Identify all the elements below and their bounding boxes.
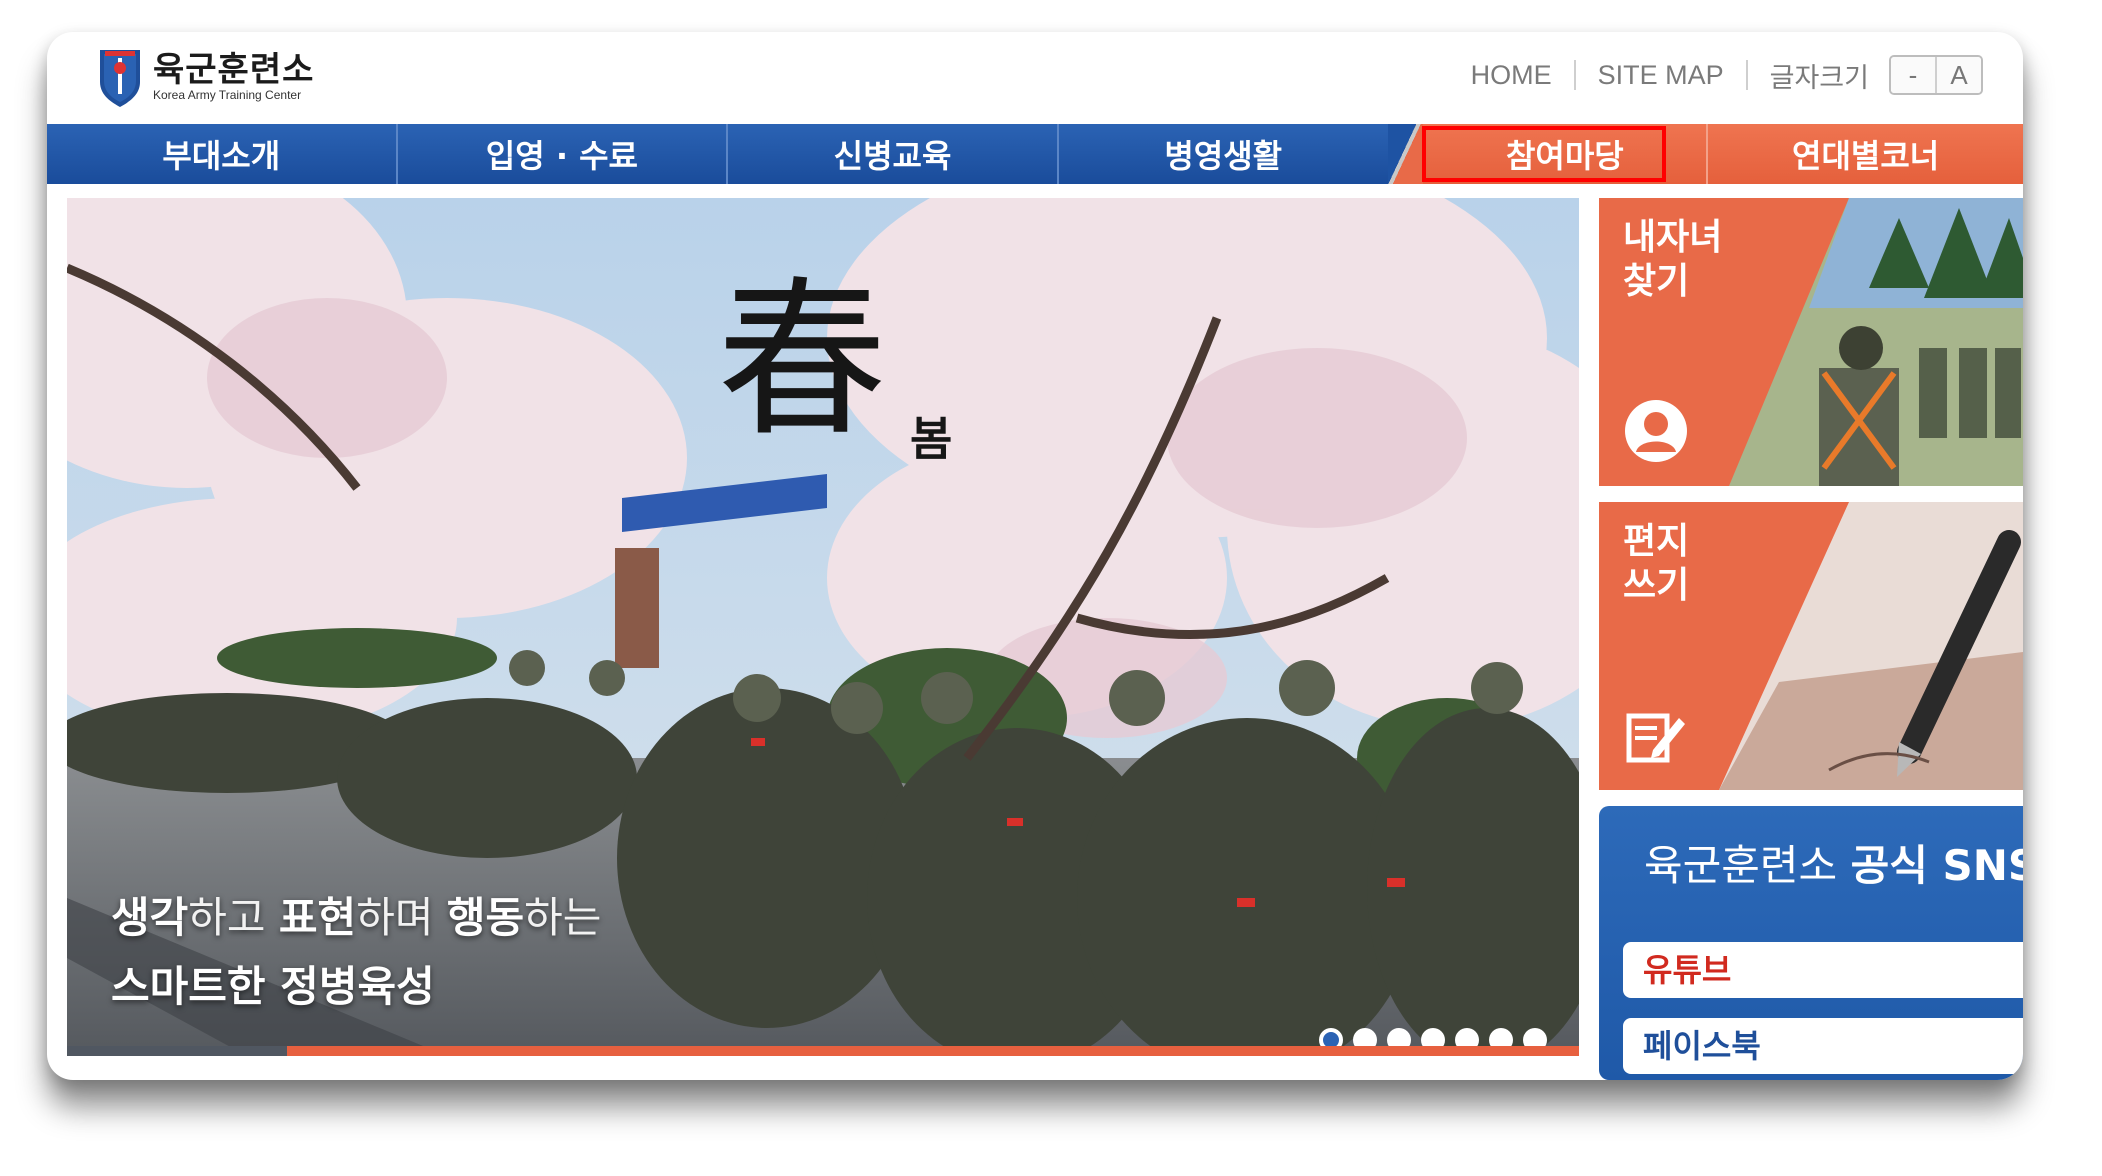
sns-title-text: 육군훈련소 bbox=[1644, 841, 1851, 890]
browser-frame: 육군훈련소 Korea Army Training Center HOME SI… bbox=[47, 32, 2023, 1080]
slogan-line-2: 스마트한 정병육성 bbox=[111, 962, 435, 1011]
logo-korean-text: 육군훈련소 bbox=[153, 50, 315, 90]
sns-title-bold: 공식 SNS bbox=[1850, 841, 2023, 890]
youtube-link[interactable]: 유튜브 bbox=[1623, 942, 2023, 998]
font-size-decrease-button[interactable]: - bbox=[1891, 57, 1935, 93]
slogan-line-1: 생각하고 표현하며 행동하는 bbox=[111, 884, 601, 952]
calligraphy-spring: 春 bbox=[717, 262, 888, 460]
logo-english-text: Korea Army Training Center bbox=[153, 88, 302, 102]
hero-banner[interactable]: 春 봄 생각하고 표현하며 행동하는 스마트한 정병육성 bbox=[67, 198, 1579, 1056]
nav-item-unit-intro[interactable]: 부대소개 bbox=[47, 124, 396, 184]
card-title-line: 편지 bbox=[1623, 521, 1690, 562]
army-emblem-icon bbox=[100, 50, 140, 107]
slogan-word: 하고 bbox=[188, 893, 279, 942]
person-icon bbox=[1625, 400, 1687, 462]
nav-item-regiment-corner[interactable]: 연대별코너 bbox=[1706, 124, 2023, 184]
facebook-link[interactable]: 페이스북 bbox=[1623, 1018, 2023, 1074]
slogan-word: 하며 bbox=[356, 893, 447, 942]
edit-pencil-icon bbox=[1626, 713, 1685, 763]
font-size-label: 글자크기 bbox=[1769, 62, 1869, 93]
utility-nav: HOME SITE MAP 글자크기 - A bbox=[1471, 52, 1983, 98]
write-letter-card[interactable]: 편지 쓰기 bbox=[1599, 502, 2023, 790]
divider bbox=[1745, 60, 1748, 90]
card-title-line: 내자녀 bbox=[1623, 217, 1723, 258]
find-my-child-title: 내자녀 찾기 bbox=[1623, 216, 1722, 304]
divider bbox=[1573, 60, 1576, 90]
find-my-child-card[interactable]: 내자녀 찾기 bbox=[1599, 198, 2023, 486]
font-size-increase-button[interactable]: A bbox=[1935, 57, 1981, 93]
card-title-line: 찾기 bbox=[1623, 261, 1690, 302]
main-nav: 부대소개 입영 · 수료 신병교육 병영생활 참여마당 연대별코너 bbox=[47, 124, 2023, 184]
font-size-controls: - A bbox=[1889, 55, 1983, 95]
nav-divider bbox=[1387, 124, 1424, 184]
nav-item-recruit-training[interactable]: 신병교육 bbox=[726, 124, 1057, 184]
slogan-word: 생각 bbox=[111, 893, 189, 942]
write-letter-title: 편지 쓰기 bbox=[1623, 520, 1689, 608]
sitemap-link[interactable]: SITE MAP bbox=[1598, 60, 1724, 91]
site-logo[interactable]: 육군훈련소 Korea Army Training Center bbox=[97, 42, 314, 112]
slogan-word: 표현 bbox=[278, 893, 357, 942]
nav-item-barracks-life[interactable]: 병영생활 bbox=[1056, 124, 1388, 184]
slogan-word: 하는 bbox=[524, 893, 602, 942]
slide-progress-bar bbox=[67, 1046, 1579, 1056]
nav-item-enlistment[interactable]: 입영 · 수료 bbox=[395, 124, 727, 184]
nav-item-participation[interactable]: 참여마당 bbox=[1423, 124, 1707, 184]
home-link[interactable]: HOME bbox=[1471, 60, 1552, 91]
sns-title: 육군훈련소 공식 SNS bbox=[1644, 832, 2023, 893]
official-sns-panel: 육군훈련소 공식 SNS 유튜브 페이스북 bbox=[1599, 806, 2023, 1080]
hero-slogan: 생각하고 표현하며 행동하는 스마트한 정병육성 bbox=[111, 884, 601, 1022]
card-title-line: 쓰기 bbox=[1623, 565, 1690, 606]
slogan-word: 행동 bbox=[446, 893, 525, 942]
calligraphy-spring-korean: 봄 bbox=[910, 412, 953, 466]
